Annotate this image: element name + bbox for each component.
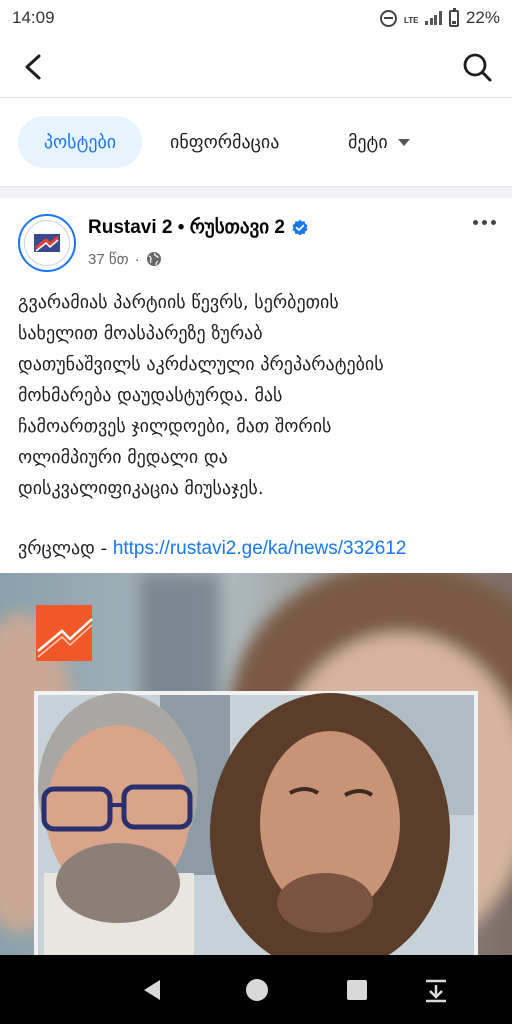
search-icon [463,53,492,82]
post-link-line: ვრცლად - https://rustavi2.ge/ka/news/332… [18,533,406,564]
signal-icon [425,11,442,25]
post-meta: 37 წთ · [88,250,162,268]
section-divider [0,186,512,198]
system-hide-nav-button[interactable] [421,975,451,1005]
meta-separator: · [134,250,140,268]
page-tabs: პოსტები ინფორმაცია მეტი [0,98,512,186]
system-home-button[interactable] [243,975,273,1005]
battery-icon [448,7,459,27]
more-dot [473,220,478,225]
post-text-line: ოლიმპიური მედალი და [18,447,228,468]
post-link[interactable]: https://rustavi2.ge/ka/news/332612 [113,538,407,559]
link-prefix: ვრცლად - [18,538,113,559]
rustavi2-watermark-logo [36,605,93,661]
post-text-line: მოხმარება დაუდასტურდა. მას [18,385,283,406]
network-type: LTE [403,16,419,25]
system-recents-button[interactable] [343,975,373,1005]
post-text-line: დისკვალიფიკაცია მიუსაჯეს. [18,478,264,499]
chevron-left-icon [25,54,41,80]
tab-more-label: მეტი [348,131,388,153]
square-recents-icon [347,980,367,1000]
battery-level: 22% [465,8,500,27]
tab-more[interactable]: მეტი [348,116,410,168]
post-text-line: ჩამოართვეს ჯილდოები, მათ შორის [18,416,332,437]
post-header: Rustavi 2 • რუსთავი 2 37 წთ · [0,198,512,284]
page-name[interactable]: Rustavi 2 • რუსთავი 2 [88,216,309,239]
page-name-text: Rustavi 2 • რუსთავი 2 [88,217,285,238]
tab-posts[interactable]: პოსტები [18,116,142,168]
status-bar: 14:09 LTE 22% [0,0,512,36]
system-nav-bar [0,955,512,1024]
post-image[interactable] [0,573,512,955]
post-options-button[interactable] [473,220,496,225]
status-time: 14:09 [12,8,55,27]
tab-information[interactable]: ინფორმაცია [170,116,279,168]
tab-posts-label: პოსტები [43,131,117,153]
globe-icon [146,252,161,266]
search-button[interactable] [458,48,496,86]
caret-down-icon [397,138,410,146]
post-body: გვარამიას პარტიის წევრს, სერბეთის სახელი… [18,287,498,504]
back-button[interactable] [14,48,52,86]
do-not-disturb-icon [379,9,397,27]
news-photo [0,573,512,955]
more-dot [482,220,487,225]
rustavi2-logo-icon [24,220,70,266]
arrow-down-bar-icon [426,979,446,1003]
triangle-back-icon [144,980,160,1000]
app-header [0,36,512,98]
verified-badge-icon [292,219,308,235]
post-text-line: გვარამიას პარტიის წევრს, სერბეთის [18,292,339,313]
status-icons: LTE 22% [379,7,500,28]
tab-information-label: ინფორმაცია [170,131,280,153]
more-dot [491,220,496,225]
system-back-button[interactable] [138,975,168,1005]
post-text-line: სახელით მოასპარეზე ზურაბ [18,323,263,344]
post-time[interactable]: 37 წთ [88,250,129,268]
post-text-line: დათუნაშვილს აკრძალული პრეპარატების [18,354,384,375]
circle-home-icon [246,979,268,1001]
page-avatar[interactable] [18,214,76,272]
